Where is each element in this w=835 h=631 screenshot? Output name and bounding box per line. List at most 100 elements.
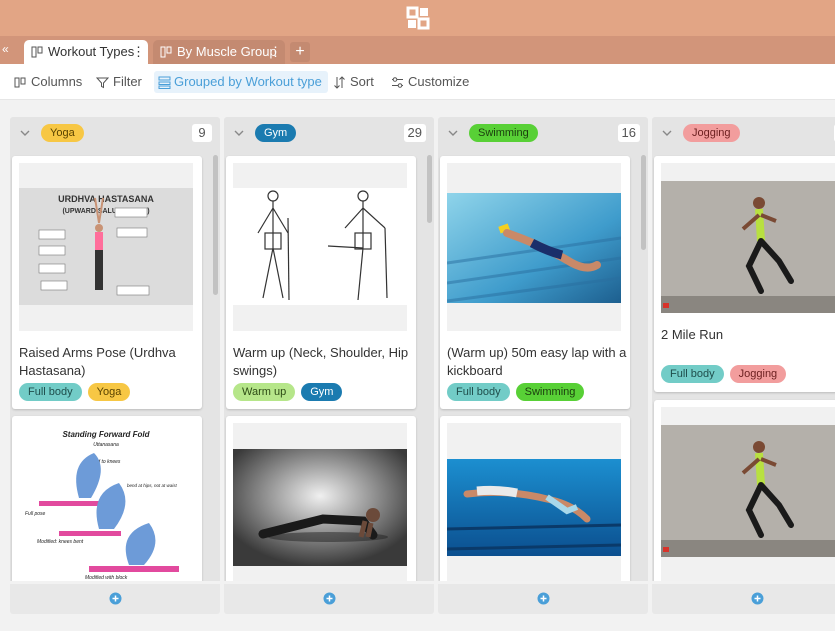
card-image xyxy=(661,407,835,581)
record-card[interactable]: URDHVA HASTASANA (UPWARD SALUTE POSE) Ra… xyxy=(12,156,202,409)
record-card[interactable] xyxy=(654,400,835,581)
customize-icon xyxy=(392,77,403,88)
record-card[interactable] xyxy=(440,416,630,581)
card-image xyxy=(447,423,621,581)
group-tag: Gym xyxy=(255,124,297,142)
add-icon xyxy=(751,592,764,605)
tag-warm-up: Warm up xyxy=(233,383,296,401)
board-column-yoga: Yoga 9 URDHVA HASTASANA (UPWARD SALUTE P… xyxy=(10,117,220,617)
tab-menu-icon[interactable]: ⋮ xyxy=(269,40,282,64)
sort-button[interactable]: Sort xyxy=(332,71,374,93)
record-card[interactable]: 2 Mile Run Full body Jogging xyxy=(654,156,835,392)
card-tags: Warm up Gym xyxy=(233,382,348,401)
group-tag: Yoga xyxy=(41,124,84,142)
add-record-button[interactable] xyxy=(224,584,434,614)
record-card[interactable]: Warm up (Neck, Shoulder, Hip swings) War… xyxy=(226,156,416,409)
column-scrollbar[interactable] xyxy=(213,155,218,295)
column-body: (Warm up) 50m easy lap with a kickboard … xyxy=(438,149,648,581)
filter-icon xyxy=(96,77,109,89)
column-body: Warm up (Neck, Shoulder, Hip swings) War… xyxy=(224,149,434,581)
jogging-image xyxy=(661,425,835,557)
image-caption: Full pose xyxy=(25,511,46,517)
card-image xyxy=(661,163,835,313)
column-header: Gym 29 xyxy=(224,117,434,149)
group-tag: Swimming xyxy=(469,124,538,142)
record-card[interactable]: Standing Forward Fold Uttanasana head to… xyxy=(12,416,202,581)
add-record-button[interactable] xyxy=(10,584,220,614)
view-toolbar: Columns Filter Grouped by Workout type S… xyxy=(0,64,835,100)
card-image: Standing Forward Fold Uttanasana head to… xyxy=(19,423,193,581)
column-scrollbar[interactable] xyxy=(427,155,432,223)
card-image: URDHVA HASTASANA (UPWARD SALUTE POSE) xyxy=(19,163,193,331)
add-icon xyxy=(109,592,122,605)
view-tab-bar: « Workout Types ⋮ By Muscle Group ⋮ xyxy=(0,36,835,64)
tag-jogging: Jogging xyxy=(729,365,787,383)
chevron-down-icon[interactable] xyxy=(661,127,673,139)
record-card[interactable]: (Warm up) 50m easy lap with a kickboard … xyxy=(440,156,630,409)
column-scrollbar[interactable] xyxy=(641,155,646,250)
card-tags: Full body Swimming xyxy=(447,382,590,401)
tab-workout-types[interactable]: Workout Types ⋮ xyxy=(24,40,148,64)
tab-grid-icon xyxy=(31,46,43,58)
tab-by-muscle-group[interactable]: By Muscle Group ⋮ xyxy=(153,40,285,64)
image-caption: Standing Forward Fold xyxy=(62,430,150,439)
add-icon xyxy=(537,592,550,605)
group-tag: Jogging xyxy=(683,124,740,142)
jogging-image xyxy=(661,181,835,313)
chevron-down-icon[interactable] xyxy=(233,127,245,139)
board-column-swimming: Swimming 16 (Warm up) 50m easy lap with … xyxy=(438,117,648,617)
sort-label: Sort xyxy=(350,74,374,89)
column-header: Swimming 16 xyxy=(438,117,648,149)
tab-menu-icon[interactable]: ⋮ xyxy=(132,40,145,64)
filter-button[interactable]: Filter xyxy=(95,71,142,93)
add-icon xyxy=(323,592,336,605)
image-caption: bend at hips, not at waist xyxy=(127,483,178,488)
card-title: (Warm up) 50m easy lap with a kickboard xyxy=(447,345,627,378)
card-title: 2 Mile Run xyxy=(661,327,724,342)
group-label: Grouped by Workout type xyxy=(174,74,322,89)
tag-gym: Gym xyxy=(301,383,343,401)
columns-icon xyxy=(14,77,26,88)
column-header: Jogging 3 xyxy=(652,117,835,149)
app-logo-icon xyxy=(406,6,430,30)
chevron-down-icon[interactable] xyxy=(447,127,459,139)
swimming-lap-image xyxy=(447,459,621,556)
columns-button[interactable]: Columns xyxy=(13,71,82,93)
swimming-kickboard-image xyxy=(447,193,621,303)
record-count: 16 xyxy=(617,124,640,142)
plank-exercise-image xyxy=(233,449,407,566)
card-title: Raised Arms Pose (Urdhva Hastasana) xyxy=(19,345,176,378)
chevron-down-icon[interactable] xyxy=(19,127,31,139)
tag-full-body: Full body xyxy=(661,365,724,383)
add-record-button[interactable] xyxy=(652,584,835,614)
customize-label: Customize xyxy=(408,74,470,89)
image-caption: URDHVA HASTASANA xyxy=(58,194,154,204)
tab-grid-icon xyxy=(160,46,172,58)
add-tab-button[interactable]: + xyxy=(290,42,310,62)
board-column-jogging: Jogging 3 2 Mile Run Full body Jogging xyxy=(652,117,835,617)
app-header xyxy=(0,0,835,36)
add-record-button[interactable] xyxy=(438,584,648,614)
tab-label: By Muscle Group xyxy=(177,44,277,59)
column-body: URDHVA HASTASANA (UPWARD SALUTE POSE) Ra… xyxy=(10,149,220,581)
collapse-icon[interactable]: « xyxy=(2,42,16,56)
card-tags: Full body Jogging xyxy=(661,364,792,383)
customize-button[interactable]: Customize xyxy=(390,71,469,93)
card-image xyxy=(447,163,621,331)
image-caption: Uttanasana xyxy=(93,442,119,448)
tag-swimming: Swimming xyxy=(515,383,585,401)
record-count: 29 xyxy=(403,124,426,142)
warm-up-sketch-image xyxy=(233,188,407,305)
record-count: 9 xyxy=(192,124,212,142)
tag-full-body: Full body xyxy=(447,383,510,401)
tab-label: Workout Types xyxy=(48,44,135,59)
image-caption: Modified with block xyxy=(85,575,128,581)
image-caption: Modified: knees bent xyxy=(37,539,84,545)
group-by-button[interactable]: Grouped by Workout type xyxy=(154,71,328,93)
card-image xyxy=(233,163,407,331)
sort-icon xyxy=(334,76,345,89)
card-title: Warm up (Neck, Shoulder, Hip swings) xyxy=(233,345,409,378)
record-card[interactable] xyxy=(226,416,416,581)
board-column-gym: Gym 29 Warm up (Neck, Shoulder, Hip swin… xyxy=(224,117,434,617)
tag-yoga: Yoga xyxy=(87,383,131,401)
